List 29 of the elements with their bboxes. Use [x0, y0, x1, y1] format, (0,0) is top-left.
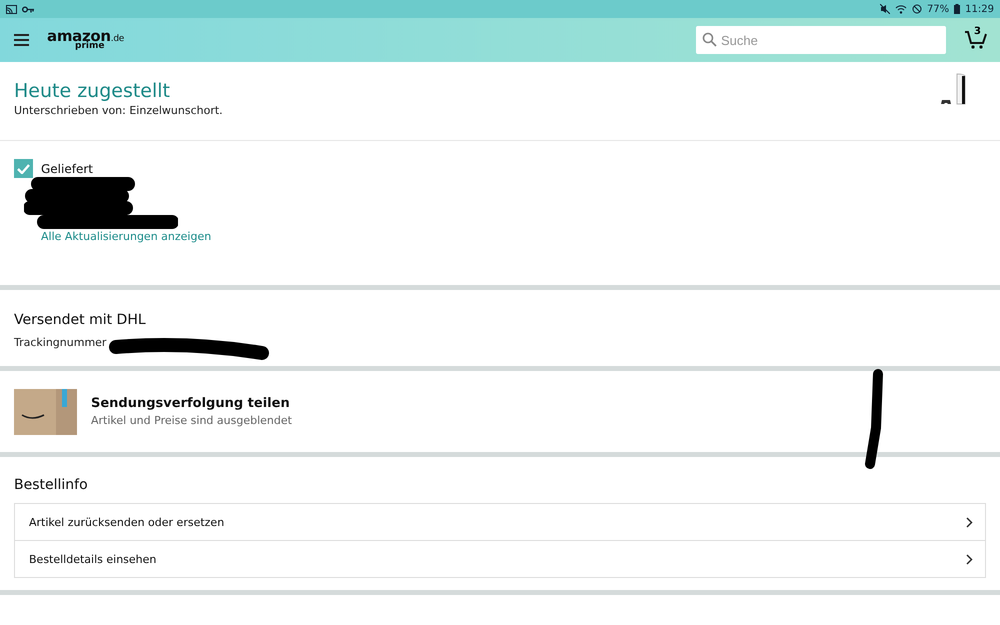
order-info-item[interactable]: Bestelldetails einsehen [15, 541, 985, 577]
wifi-icon [894, 4, 907, 14]
do-not-disturb-icon [912, 4, 922, 14]
cart-icon [964, 28, 988, 50]
share-tracking-subtitle: Artikel und Preise sind ausgeblendet [91, 414, 292, 427]
cart-button[interactable]: 3 [964, 28, 990, 52]
battery-percent: 77% [926, 4, 950, 14]
package-icon [14, 388, 77, 434]
chevron-right-icon [966, 554, 973, 564]
cast-icon [6, 4, 17, 14]
search-field[interactable]: Suche [696, 26, 946, 54]
tracking-label: Trackingnummer [14, 336, 106, 349]
menu-icon[interactable] [14, 34, 29, 46]
key-icon [22, 6, 34, 12]
delivery-title: Heute zugestellt [14, 80, 172, 102]
cart-count: 3 [974, 26, 981, 37]
carrier-title: Versendet mit DHL [14, 312, 147, 328]
mute-icon [880, 4, 890, 14]
share-tracking-title[interactable]: Sendungsverfolgung teilen [91, 396, 292, 411]
signed-by-text: Unterschrieben von: Einzelwunschort. [14, 104, 223, 117]
order-info-title: Bestellinfo [14, 477, 89, 493]
check-icon [17, 164, 30, 174]
battery-icon [954, 4, 960, 14]
order-info-item[interactable]: Artikel zurücksenden oder ersetzen [15, 504, 985, 541]
clock: 11:29 [965, 4, 994, 14]
chevron-right-icon [966, 516, 973, 528]
amazon-prime-logo[interactable]: amazon.de prime [47, 29, 124, 51]
all-updates-link[interactable]: Alle Aktualisierungen anzeigen [41, 230, 212, 243]
status-label: Geliefert [41, 162, 93, 176]
